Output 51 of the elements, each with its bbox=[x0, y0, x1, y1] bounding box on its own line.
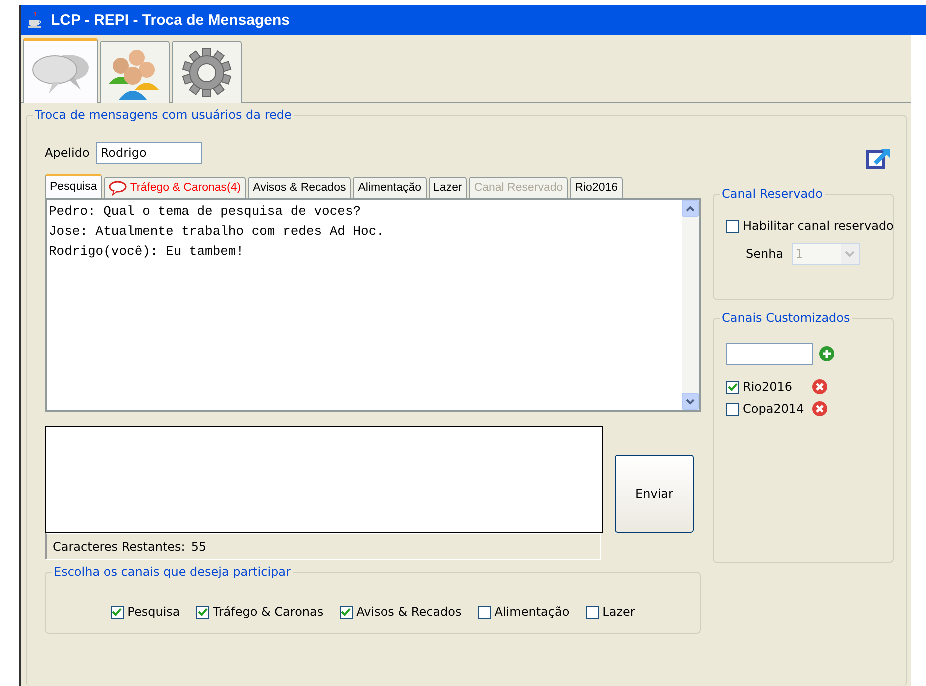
icon-tab[interactable] bbox=[172, 41, 242, 103]
channel-tab[interactable]: Avisos & Recados bbox=[248, 177, 352, 198]
channels-title: Escolha os canais que deseja participar bbox=[52, 565, 293, 579]
icon-tab[interactable] bbox=[23, 38, 98, 103]
checkbox-label: Pesquisa bbox=[128, 605, 180, 619]
checkbox[interactable] bbox=[110, 606, 124, 618]
channel-name-field[interactable] bbox=[726, 343, 813, 365]
remove-icon[interactable] bbox=[812, 401, 828, 417]
chat-message: Jose: Atualmente trabalho com redes Ad Hoc. bbox=[49, 223, 386, 241]
password-label: Senha bbox=[746, 247, 784, 261]
chat-message: Pedro: Qual o tema de pesquisa de voces? bbox=[49, 203, 362, 221]
checkbox[interactable] bbox=[586, 606, 599, 618]
channel-tab[interactable]: Tráfego & Caronas(4) bbox=[104, 177, 246, 198]
checkbox-label: Rio2016 bbox=[743, 380, 793, 394]
checkbox-label: Alimentação bbox=[494, 605, 570, 619]
nickname-field[interactable]: Rodrigo bbox=[96, 142, 202, 164]
chat-message: Rodrigo(você): Eu tambem! bbox=[49, 243, 246, 261]
checkbox[interactable] bbox=[196, 606, 210, 618]
gear-icon bbox=[182, 48, 232, 98]
channel-tab[interactable]: Alimentação bbox=[353, 177, 427, 198]
channel-tab[interactable]: Lazer bbox=[428, 177, 468, 198]
checkbox[interactable] bbox=[340, 606, 353, 618]
custom-title: Canais Customizados bbox=[720, 311, 852, 325]
scroll-up-icon[interactable] bbox=[686, 206, 695, 212]
checkbox-label: Copa2014 bbox=[743, 402, 804, 416]
scroll-down-icon[interactable] bbox=[686, 398, 695, 404]
nickname-label: Apelido bbox=[45, 146, 90, 160]
group-title: Troca de mensagens com usuários da rede bbox=[33, 108, 294, 122]
channel-tab[interactable]: Pesquisa bbox=[45, 174, 102, 198]
send-button[interactable]: Enviar bbox=[615, 455, 694, 533]
window-title: LCP - REPI - Troca de Mensagens bbox=[51, 12, 290, 28]
edit-icon[interactable] bbox=[866, 146, 892, 170]
remaining-count: 55 bbox=[191, 540, 207, 554]
reserved-title: Canal Reservado bbox=[720, 187, 826, 201]
channel-tab[interactable]: Rio2016 bbox=[570, 177, 624, 198]
checkbox[interactable] bbox=[726, 220, 739, 232]
remove-icon[interactable] bbox=[812, 379, 828, 395]
message-field[interactable] bbox=[45, 426, 603, 533]
checkbox[interactable] bbox=[726, 402, 739, 416]
checkbox[interactable] bbox=[478, 606, 491, 618]
checkbox[interactable] bbox=[726, 380, 739, 394]
speech-bubble-icon bbox=[109, 180, 128, 196]
checkbox-label: Habilitar canal reservado bbox=[743, 219, 894, 233]
checkbox-label: Avisos & Recados bbox=[356, 605, 462, 619]
add-icon[interactable] bbox=[819, 346, 835, 362]
icon-tab[interactable] bbox=[100, 41, 170, 103]
scrollbar[interactable] bbox=[682, 200, 699, 410]
checkbox-label: Tráfego & Caronas bbox=[213, 605, 324, 619]
checkbox-label: Lazer bbox=[602, 605, 636, 619]
remaining-label: Caracteres Restantes: bbox=[53, 540, 186, 554]
coffee-cup-icon bbox=[27, 11, 43, 29]
